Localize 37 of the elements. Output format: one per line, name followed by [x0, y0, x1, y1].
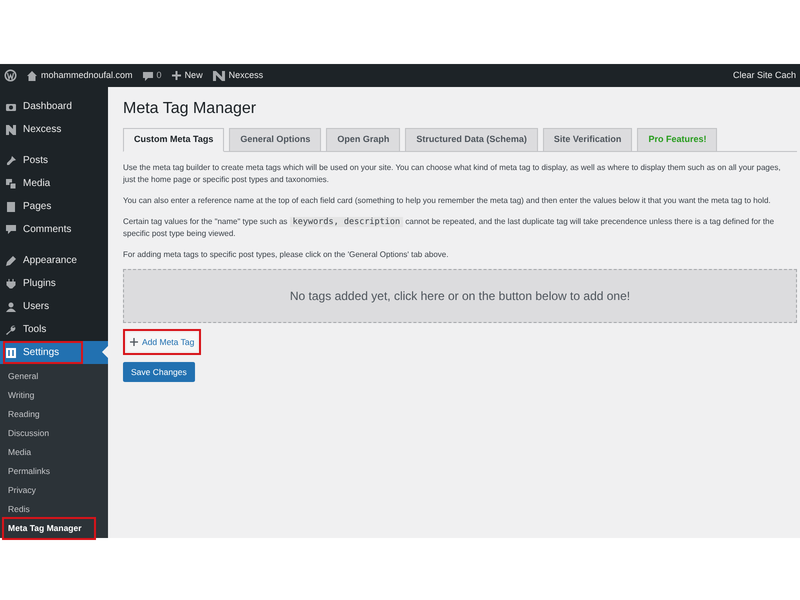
- submenu-item[interactable]: General: [0, 367, 108, 386]
- save-changes-button[interactable]: Save Changes: [123, 362, 195, 382]
- description-paragraph: Certain tag values for the "name" type such as keywords, description cannot be repeated, and the last duplicate tag will take precendence unless there is a tag defined for the specific post type being viewed.: [123, 216, 776, 240]
- submenu-item[interactable]: Permalinks: [0, 462, 108, 481]
- sidebar-menu-item[interactable]: Dashboard: [0, 95, 108, 118]
- tab[interactable]: Site Verification: [542, 128, 632, 152]
- description-paragraph: For adding meta tags to specific post types, please click on the 'General Options' tab above.: [123, 249, 450, 261]
- sidebar-menu-item[interactable]: Plugins: [0, 272, 108, 295]
- sidebar-menu-item[interactable]: Users: [0, 295, 108, 318]
- sidebar-menu-item[interactable]: Appearance: [0, 249, 108, 272]
- description-paragraph: Use the meta tag builder to create meta tags which will be used on your site. You can choose what kind of meta tag to display, as well as where to display them such as on all your pages, just the home page or specific post types and taxonomies.: [123, 162, 782, 186]
- nexcess-link[interactable]: Nexcess: [228, 68, 264, 82]
- sidebar-menu-item[interactable]: Pages: [0, 195, 108, 218]
- tab[interactable]: Structured Data (Schema): [405, 128, 538, 152]
- clear-cache-link[interactable]: Clear Site Cach: [732, 68, 796, 82]
- sidebar-menu-item[interactable]: Posts: [0, 149, 108, 172]
- submenu-item[interactable]: Redis: [0, 500, 108, 519]
- submenu-item[interactable]: Privacy: [0, 481, 108, 500]
- sidebar-menu-item[interactable]: Comments: [0, 218, 108, 241]
- tab[interactable]: Custom Meta Tags: [123, 128, 224, 152]
- page-title: Meta Tag Manager: [123, 99, 258, 119]
- sidebar-menu-item[interactable]: Tools: [0, 318, 108, 341]
- description-paragraph: You can also enter a reference name at the top of each field card (something to help you remember the meta tag) and then enter the values below it that you want the meta tag to hold.: [123, 195, 772, 207]
- new-link[interactable]: New: [184, 68, 203, 82]
- tab[interactable]: Open Graph: [326, 128, 400, 152]
- submenu-item[interactable]: Writing: [0, 386, 108, 405]
- comment-count[interactable]: 0: [156, 68, 162, 82]
- sidebar-menu-item[interactable]: Nexcess: [0, 118, 108, 141]
- submenu-item[interactable]: Discussion: [0, 424, 108, 443]
- site-name-link[interactable]: mohammednoufal.com: [41, 68, 133, 82]
- empty-tags-dropzone[interactable]: No tags added yet, click here or on the button below to add one!: [123, 269, 797, 323]
- add-meta-tag-button[interactable]: Add Meta Tag: [127, 333, 198, 351]
- tab[interactable]: General Options: [229, 128, 322, 152]
- sidebar-menu-item[interactable]: Media: [0, 172, 108, 195]
- submenu-item[interactable]: Meta Tag Manager: [0, 519, 108, 538]
- submenu-item[interactable]: Media: [0, 443, 108, 462]
- submenu-item[interactable]: Reading: [0, 405, 108, 424]
